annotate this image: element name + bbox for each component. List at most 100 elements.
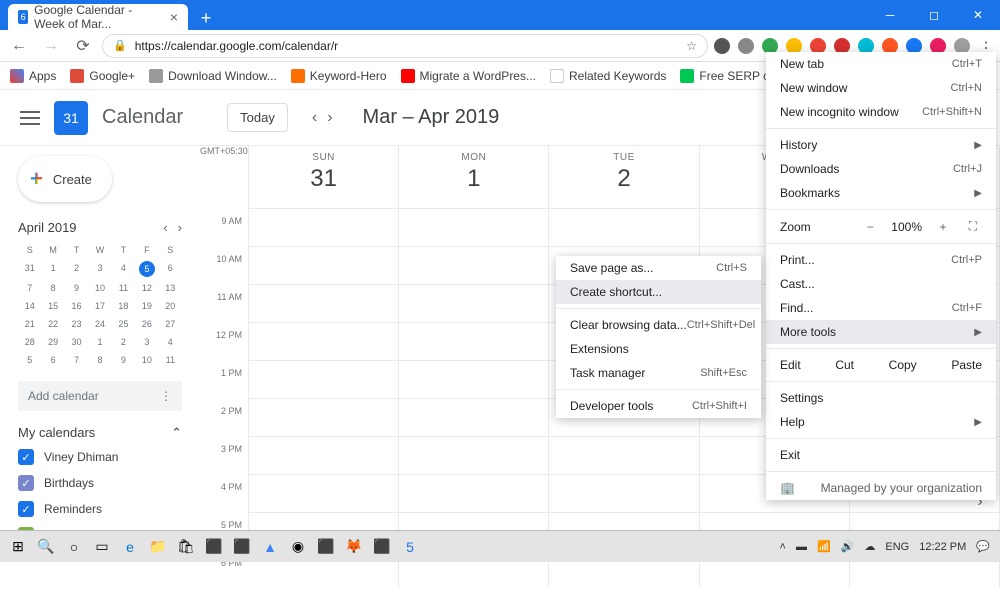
mini-day[interactable]: 18: [112, 299, 135, 313]
address-bar[interactable]: 🔒 https://calendar.google.com/calendar/r…: [102, 34, 708, 58]
hour-cell[interactable]: [399, 360, 548, 398]
today-button[interactable]: Today: [227, 103, 288, 132]
mini-day[interactable]: 24: [88, 317, 111, 331]
menu-find[interactable]: Find...Ctrl+F: [766, 296, 996, 320]
task-icon[interactable]: ⬛: [228, 533, 256, 561]
bookmark-apps[interactable]: Apps: [10, 69, 56, 83]
day-column[interactable]: SUN31: [249, 146, 399, 588]
mini-day[interactable]: 10: [88, 281, 111, 295]
my-calendars-header[interactable]: My calendars⌃: [18, 425, 182, 441]
mini-day[interactable]: 7: [18, 281, 41, 295]
hour-cell[interactable]: [249, 246, 398, 284]
mini-day[interactable]: 7: [65, 353, 88, 367]
volume-icon[interactable]: 🔊: [841, 540, 855, 553]
window-minimize-icon[interactable]: ─: [868, 0, 912, 30]
mini-day[interactable]: 21: [18, 317, 41, 331]
hour-cell[interactable]: [399, 436, 548, 474]
mini-day[interactable]: 13: [159, 281, 182, 295]
menu-bookmarks[interactable]: Bookmarks▶: [766, 181, 996, 205]
submenu-dev-tools[interactable]: Developer toolsCtrl+Shift+I: [556, 394, 761, 418]
mini-day[interactable]: 26: [135, 317, 158, 331]
hour-cell[interactable]: [249, 474, 398, 512]
menu-incognito[interactable]: New incognito windowCtrl+Shift+N: [766, 100, 996, 124]
mini-day[interactable]: 9: [65, 281, 88, 295]
checkbox-icon[interactable]: ✓: [18, 475, 34, 491]
hour-cell[interactable]: [249, 208, 398, 246]
onedrive-icon[interactable]: ☁: [864, 540, 875, 553]
mini-day[interactable]: 6: [159, 261, 182, 277]
explorer-icon[interactable]: 📁: [144, 533, 172, 561]
search-icon[interactable]: 🔍: [32, 533, 60, 561]
mini-day[interactable]: 19: [135, 299, 158, 313]
mini-day[interactable]: 30: [65, 335, 88, 349]
mini-day[interactable]: 10: [135, 353, 158, 367]
mini-day[interactable]: 1: [88, 335, 111, 349]
mini-day[interactable]: 23: [65, 317, 88, 331]
zoom-out-button[interactable]: −: [861, 220, 879, 234]
ext-icon[interactable]: [738, 38, 754, 54]
mini-day[interactable]: 15: [41, 299, 64, 313]
edge-icon[interactable]: e: [116, 533, 144, 561]
task-icon[interactable]: ⬛: [368, 533, 396, 561]
mini-day[interactable]: 1: [41, 261, 64, 277]
hour-cell[interactable]: [549, 208, 698, 246]
menu-exit[interactable]: Exit: [766, 443, 996, 467]
menu-history[interactable]: History▶: [766, 133, 996, 157]
menu-paste[interactable]: Paste: [951, 358, 982, 372]
battery-icon[interactable]: ▬: [796, 541, 807, 553]
task-icon[interactable]: ⬛: [200, 533, 228, 561]
bookmark-item[interactable]: Keyword-Hero: [291, 69, 387, 83]
menu-more-tools[interactable]: More tools▶: [766, 320, 996, 344]
next-week-button[interactable]: ›: [327, 109, 332, 127]
bookmark-item[interactable]: Related Keywords: [550, 69, 666, 83]
checkbox-icon[interactable]: ✓: [18, 449, 34, 465]
window-maximize-icon[interactable]: ◻: [912, 0, 956, 30]
cortana-icon[interactable]: ○: [60, 533, 88, 561]
notification-icon[interactable]: 💬: [976, 540, 990, 553]
mini-day[interactable]: 25: [112, 317, 135, 331]
tray-up-icon[interactable]: ˄: [780, 541, 786, 553]
day-column[interactable]: MON1: [399, 146, 549, 588]
new-tab-button[interactable]: +: [194, 6, 218, 30]
browser-tab[interactable]: 6 Google Calendar - Week of Mar... ×: [8, 4, 188, 30]
mini-day[interactable]: 22: [41, 317, 64, 331]
submenu-task-manager[interactable]: Task managerShift+Esc: [556, 361, 761, 385]
task-icon[interactable]: ▲: [256, 533, 284, 561]
hour-cell[interactable]: [249, 284, 398, 322]
mini-day[interactable]: 11: [112, 281, 135, 295]
hour-cell[interactable]: [249, 360, 398, 398]
calendar-item[interactable]: ✓Birthdays: [18, 475, 182, 491]
mini-day[interactable]: 11: [159, 353, 182, 367]
task-icon[interactable]: ⬛: [312, 533, 340, 561]
menu-new-tab[interactable]: New tabCtrl+T: [766, 52, 996, 76]
back-button[interactable]: ←: [6, 33, 32, 59]
mini-day[interactable]: 5: [18, 353, 41, 367]
mini-day[interactable]: 5: [139, 261, 155, 277]
window-close-icon[interactable]: ✕: [956, 0, 1000, 30]
hour-cell[interactable]: [399, 208, 548, 246]
hour-cell[interactable]: [549, 474, 698, 512]
mini-day[interactable]: 2: [112, 335, 135, 349]
chrome-icon[interactable]: ◉: [284, 533, 312, 561]
calendar-item[interactable]: ✓Viney Dhiman: [18, 449, 182, 465]
hour-cell[interactable]: [249, 322, 398, 360]
mini-day[interactable]: 27: [159, 317, 182, 331]
mini-day[interactable]: 31: [18, 261, 41, 277]
tab-close-icon[interactable]: ×: [170, 9, 178, 25]
mini-day[interactable]: 4: [112, 261, 135, 277]
mini-day[interactable]: 9: [112, 353, 135, 367]
menu-new-window[interactable]: New windowCtrl+N: [766, 76, 996, 100]
bookmark-item[interactable]: Download Window...: [149, 69, 277, 83]
mini-day[interactable]: 2: [65, 261, 88, 277]
mini-day[interactable]: 29: [41, 335, 64, 349]
hour-cell[interactable]: [399, 398, 548, 436]
menu-downloads[interactable]: DownloadsCtrl+J: [766, 157, 996, 181]
store-icon[interactable]: 🛍: [172, 533, 200, 561]
menu-copy[interactable]: Copy: [889, 358, 917, 372]
submenu-create-shortcut[interactable]: Create shortcut...: [556, 280, 761, 304]
task-icon[interactable]: 5: [396, 533, 424, 561]
hour-cell[interactable]: [399, 246, 548, 284]
mini-day[interactable]: 8: [41, 281, 64, 295]
start-button[interactable]: ⊞: [4, 533, 32, 561]
mini-day[interactable]: 12: [135, 281, 158, 295]
